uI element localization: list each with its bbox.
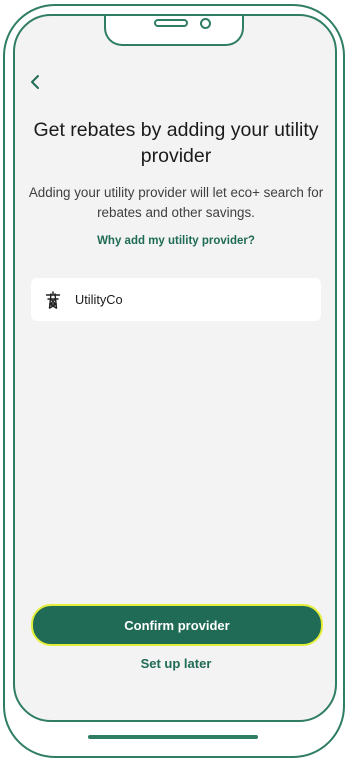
power-tower-icon: [45, 290, 61, 309]
why-add-provider-link[interactable]: Why add my utility provider?: [23, 235, 329, 247]
provider-name: UtilityCo: [75, 292, 123, 307]
confirm-provider-button[interactable]: Confirm provider: [31, 604, 323, 646]
phone-notch: [104, 16, 244, 46]
home-indicator: [88, 735, 258, 739]
provider-card[interactable]: UtilityCo: [31, 278, 321, 321]
page-title: Get rebates by adding your utility provi…: [33, 119, 319, 167]
page-description: Adding your utility provider will let ec…: [28, 185, 324, 220]
set-up-later-link[interactable]: Set up later: [23, 656, 329, 671]
camera-icon: [200, 18, 211, 29]
back-button[interactable]: [23, 70, 47, 94]
phone-screen: Get rebates by adding your utility provi…: [13, 14, 337, 722]
chevron-left-icon: [31, 75, 39, 89]
speaker-icon: [154, 19, 188, 27]
